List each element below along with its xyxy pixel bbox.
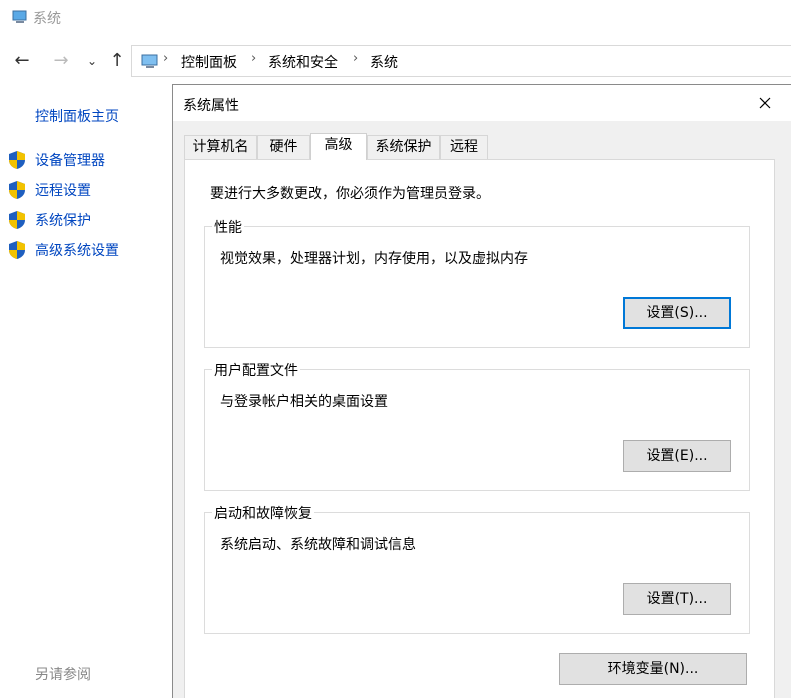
window-title: 系统: [33, 11, 61, 27]
group-title: 启动和故障恢复: [212, 503, 314, 523]
performance-group: 性能 视觉效果，处理器计划，内存使用，以及虚拟内存 设置(S)...: [204, 217, 750, 348]
breadcrumb-system-security[interactable]: 系统和安全: [268, 52, 338, 72]
computer-icon: [12, 10, 27, 23]
close-icon[interactable]: [749, 87, 781, 119]
control-panel-icon: [141, 54, 158, 68]
startup-recovery-settings-button[interactable]: 设置(T)...: [623, 583, 731, 615]
tab-panel-advanced: 要进行大多数更改，你必须作为管理员登录。 性能 视觉效果，处理器计划，内存使用，…: [184, 159, 775, 698]
group-title: 用户配置文件: [212, 360, 300, 380]
group-description: 与登录帐户相关的桌面设置: [220, 394, 388, 410]
shield-icon: [9, 211, 25, 229]
sidebar-item-system-protection[interactable]: 系统保护: [8, 208, 168, 232]
admin-note: 要进行大多数更改，你必须作为管理员登录。: [210, 186, 490, 202]
sidebar-item-label: 系统保护: [35, 213, 91, 229]
group-description: 系统启动、系统故障和调试信息: [220, 537, 416, 553]
system-properties-dialog: 系统属性 计算机名 硬件 高级 系统保护 远程 要进行大多数更改，你必须作为管理…: [172, 84, 791, 698]
tab-hardware[interactable]: 硬件: [257, 135, 310, 159]
group-description: 视觉效果，处理器计划，内存使用，以及虚拟内存: [220, 251, 528, 267]
tab-remote[interactable]: 远程: [440, 135, 488, 159]
window-title-bar: 系统: [0, 0, 791, 36]
environment-variables-button[interactable]: 环境变量(N)...: [559, 653, 747, 685]
dialog-title-bar: 系统属性: [173, 85, 791, 121]
shield-icon: [9, 151, 25, 169]
see-also-heading: 另请参阅: [35, 667, 91, 683]
breadcrumb-separator-icon: ›: [163, 51, 169, 66]
sidebar-item-label: 远程设置: [35, 183, 91, 199]
address-bar[interactable]: › 控制面板 › 系统和安全 › 系统: [131, 45, 791, 77]
sidebar: 控制面板主页 设备管理器 远程设置 系统保护 高级系统设置 另请参阅: [0, 90, 170, 698]
sidebar-home-link[interactable]: 控制面板主页: [35, 106, 119, 126]
shield-icon: [9, 241, 25, 259]
up-arrow-icon[interactable]: ↑: [106, 50, 128, 72]
back-arrow-icon[interactable]: ←: [11, 50, 33, 72]
group-title: 性能: [212, 217, 244, 237]
breadcrumb-system[interactable]: 系统: [370, 52, 398, 72]
breadcrumb-control-panel[interactable]: 控制面板: [181, 52, 237, 72]
sidebar-item-remote-settings[interactable]: 远程设置: [8, 178, 168, 202]
startup-recovery-group: 启动和故障恢复 系统启动、系统故障和调试信息 设置(T)...: [204, 503, 750, 634]
breadcrumb-separator-icon: ›: [251, 51, 257, 66]
dialog-title: 系统属性: [183, 98, 239, 114]
tab-computer-name[interactable]: 计算机名: [184, 135, 257, 159]
tab-advanced[interactable]: 高级: [310, 133, 367, 160]
sidebar-item-advanced-settings[interactable]: 高级系统设置: [8, 238, 168, 262]
sidebar-item-device-manager[interactable]: 设备管理器: [8, 148, 168, 172]
forward-arrow-icon[interactable]: →: [50, 50, 72, 72]
tab-system-protection[interactable]: 系统保护: [367, 135, 440, 159]
breadcrumb-separator-icon: ›: [353, 51, 359, 66]
sidebar-item-label: 设备管理器: [35, 153, 105, 169]
navigation-bar: ← → ⌄ ↑ › 控制面板 › 系统和安全 › 系统: [0, 40, 791, 82]
user-profiles-settings-button[interactable]: 设置(E)...: [623, 440, 731, 472]
shield-icon: [9, 181, 25, 199]
chevron-down-icon[interactable]: ⌄: [81, 50, 103, 72]
user-profiles-group: 用户配置文件 与登录帐户相关的桌面设置 设置(E)...: [204, 360, 750, 491]
sidebar-item-label: 高级系统设置: [35, 243, 119, 259]
performance-settings-button[interactable]: 设置(S)...: [623, 297, 731, 329]
